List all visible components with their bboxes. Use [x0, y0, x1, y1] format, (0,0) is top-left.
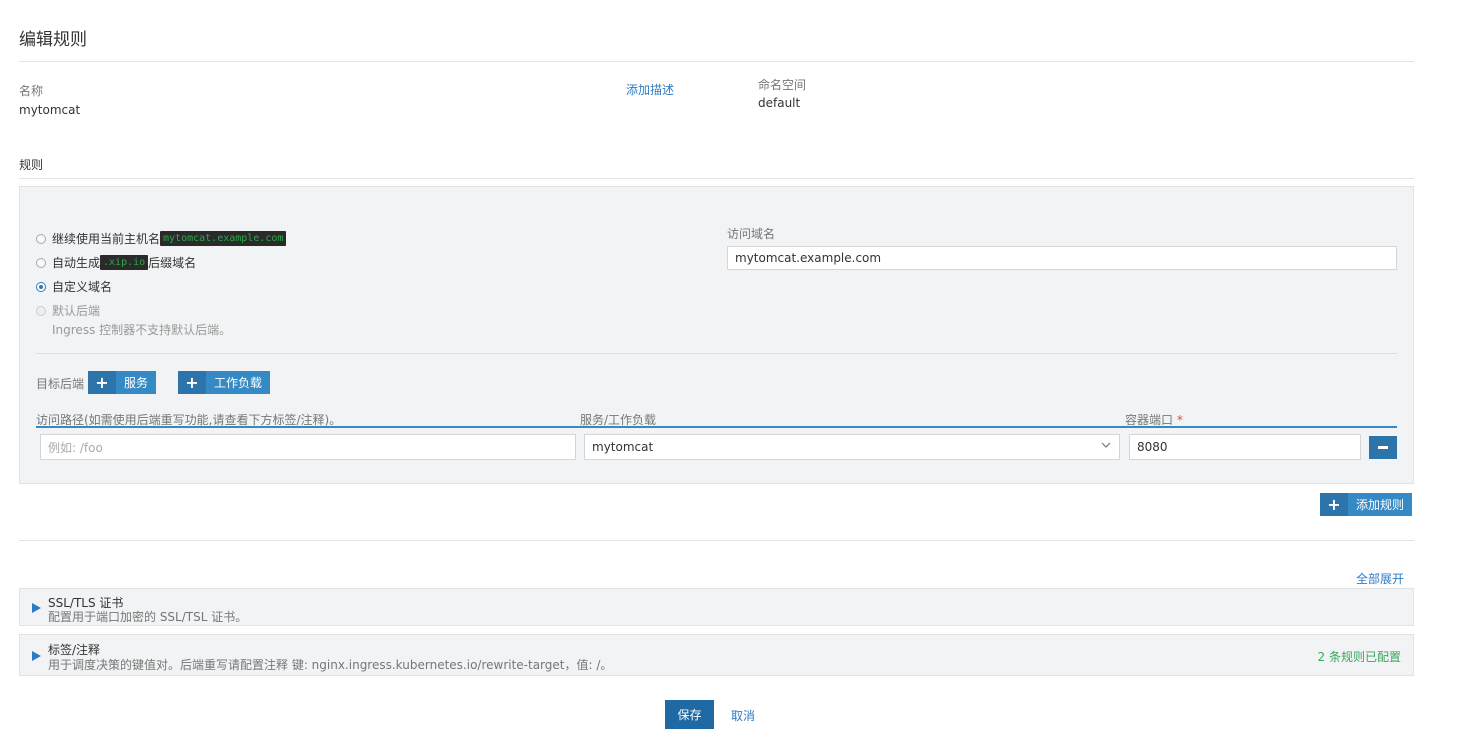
remove-row-button[interactable]: [1369, 436, 1397, 459]
host-option-custom[interactable]: 自定义域名: [36, 278, 112, 295]
target-select-value: mytomcat: [592, 440, 654, 454]
domain-input[interactable]: mytomcat.example.com: [727, 246, 1397, 270]
target-select[interactable]: mytomcat: [584, 434, 1120, 460]
name-label: 名称: [19, 84, 44, 98]
namespace-label: 命名空间: [758, 78, 807, 92]
radio-keep-host[interactable]: [36, 233, 46, 244]
host-option-xip-label: 自动生成: [52, 256, 101, 270]
host-option-xip-suffix: 后缀域名: [148, 256, 197, 270]
labels-accordion-desc: 用于调度决策的键值对。后端重写请配置注释 键: nginx.ingress.ku…: [48, 658, 613, 672]
panel-divider: [36, 353, 1397, 354]
target-backend-label: 目标后端: [36, 377, 85, 391]
expand-all-link[interactable]: 全部展开: [1356, 570, 1404, 587]
column-header-underline: [36, 426, 1397, 428]
required-mark: *: [1176, 413, 1183, 427]
current-host-chip: mytomcat.example.com: [160, 231, 287, 246]
radio-xip[interactable]: [36, 257, 46, 268]
host-option-xip[interactable]: 自动生成 .xip.io 后缀域名: [36, 254, 196, 271]
port-input[interactable]: 8080: [1129, 434, 1361, 460]
host-option-default-label: 默认后端: [52, 304, 101, 318]
name-value: mytomcat: [19, 103, 81, 117]
chevron-down-icon: [1101, 442, 1111, 448]
header-divider: [19, 61, 1414, 62]
expand-triangle-icon: [32, 651, 41, 661]
default-backend-note: Ingress 控制器不支持默认后端。: [52, 323, 232, 337]
add-service-button[interactable]: + 服务: [88, 371, 157, 394]
save-button[interactable]: 保存: [665, 700, 714, 729]
xip-chip: .xip.io: [100, 255, 149, 270]
minus-icon: [1378, 446, 1388, 449]
plus-icon: +: [88, 371, 116, 394]
ssl-accordion-desc: 配置用于端口加密的 SSL/TSL 证书。: [48, 610, 248, 624]
sections-divider: [19, 540, 1414, 541]
add-rule-button[interactable]: + 添加规则: [1320, 493, 1413, 516]
plus-icon: +: [1320, 493, 1348, 516]
rule-panel: 继续使用当前主机名 mytomcat.example.com 自动生成 .xip…: [19, 186, 1414, 484]
path-input[interactable]: 例如: /foo: [40, 434, 576, 460]
add-description-link[interactable]: 添加描述: [626, 81, 674, 98]
host-option-custom-label: 自定义域名: [52, 280, 113, 294]
host-option-keep[interactable]: 继续使用当前主机名 mytomcat.example.com: [36, 230, 287, 247]
host-option-keep-label: 继续使用当前主机名: [52, 232, 161, 246]
host-option-default-backend: 默认后端: [36, 302, 100, 319]
page-title: 编辑规则: [19, 30, 87, 50]
rules-section-label: 规则: [19, 158, 44, 172]
labels-status: 2 条规则已配置: [1317, 650, 1401, 664]
expand-triangle-icon: [32, 603, 41, 613]
cancel-link[interactable]: 取消: [731, 707, 755, 724]
radio-custom-domain[interactable]: [36, 281, 46, 292]
labels-accordion[interactable]: 标签/注释 用于调度决策的键值对。后端重写请配置注释 键: nginx.ingr…: [19, 634, 1414, 676]
plus-icon: +: [178, 371, 206, 394]
namespace-value: default: [758, 96, 801, 110]
domain-label: 访问域名: [727, 227, 776, 241]
ssl-accordion[interactable]: SSL/TLS 证书 配置用于端口加密的 SSL/TSL 证书。: [19, 588, 1414, 626]
add-workload-button[interactable]: + 工作负载: [178, 371, 271, 394]
radio-default-backend: [36, 305, 46, 316]
rules-divider: [19, 178, 1414, 179]
